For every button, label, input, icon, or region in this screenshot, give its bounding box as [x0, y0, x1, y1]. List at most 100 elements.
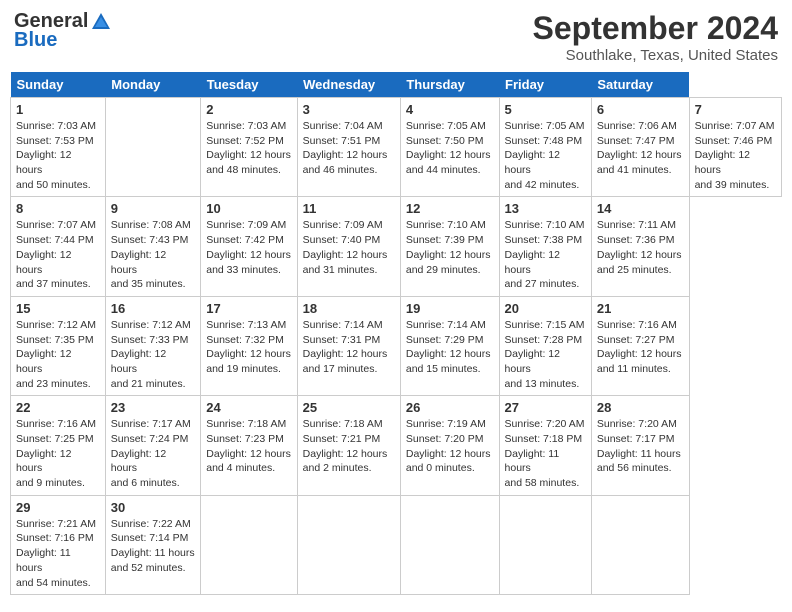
location-text: Southlake, Texas, United States — [533, 47, 778, 64]
day-cell-empty-4-3 — [297, 495, 400, 594]
day-cell-21: 21 Sunrise: 7:16 AM Sunset: 7:27 PM Dayli… — [591, 296, 689, 395]
page-header: General Blue September 2024 Southlake, T… — [10, 10, 782, 64]
day-cell-17: 17 Sunrise: 7:13 AM Sunset: 7:32 PM Dayli… — [201, 296, 297, 395]
day-number: 20 — [505, 301, 586, 316]
day-number: 28 — [597, 400, 684, 415]
title-area: September 2024 Southlake, Texas, United … — [533, 10, 778, 64]
weekday-header-row: SundayMondayTuesdayWednesdayThursdayFrid… — [11, 72, 782, 98]
day-cell-empty-4-4 — [400, 495, 499, 594]
day-cell-26: 26 Sunrise: 7:19 AM Sunset: 7:20 PM Dayli… — [400, 396, 499, 495]
day-number: 25 — [303, 400, 395, 415]
weekday-header-sunday: Sunday — [11, 72, 106, 98]
day-number: 6 — [597, 102, 684, 117]
day-number: 16 — [111, 301, 195, 316]
weekday-header-thursday: Thursday — [400, 72, 499, 98]
day-info: Sunrise: 7:10 AM Sunset: 7:39 PM Dayligh… — [406, 218, 494, 277]
day-info: Sunrise: 7:13 AM Sunset: 7:32 PM Dayligh… — [206, 318, 291, 377]
day-number: 10 — [206, 201, 291, 216]
day-number: 15 — [16, 301, 100, 316]
day-cell-23: 23Sunrise: 7:17 AM Sunset: 7:24 PM Dayli… — [105, 396, 200, 495]
day-cell-16: 16 Sunrise: 7:12 AM Sunset: 7:33 PM Dayli… — [105, 296, 200, 395]
day-number: 22 — [16, 400, 100, 415]
day-info: Sunrise: 7:21 AM Sunset: 7:16 PM Dayligh… — [16, 517, 100, 590]
day-info: Sunrise: 7:05 AM Sunset: 7:48 PM Dayligh… — [505, 119, 586, 192]
day-cell-11: 11 Sunrise: 7:09 AM Sunset: 7:40 PM Dayli… — [297, 197, 400, 296]
day-number: 29 — [16, 500, 100, 515]
day-cell-8: 8 Sunrise: 7:07 AM Sunset: 7:44 PM Daylig… — [11, 197, 106, 296]
day-cell-empty-4-5 — [499, 495, 591, 594]
day-number: 27 — [505, 400, 586, 415]
logo: General Blue — [14, 10, 114, 52]
day-number: 24 — [206, 400, 291, 415]
day-cell-7: 7 Sunrise: 7:07 AM Sunset: 7:46 PM Daylig… — [689, 98, 781, 197]
weekday-header-saturday: Saturday — [591, 72, 689, 98]
logo-blue-text: Blue — [14, 29, 57, 52]
day-info: Sunrise: 7:09 AM Sunset: 7:40 PM Dayligh… — [303, 218, 395, 277]
day-cell-18: 18 Sunrise: 7:14 AM Sunset: 7:31 PM Dayli… — [297, 296, 400, 395]
day-info: Sunrise: 7:17 AM Sunset: 7:24 PM Dayligh… — [111, 417, 195, 490]
day-info: Sunrise: 7:22 AM Sunset: 7:14 PM Dayligh… — [111, 517, 195, 576]
day-cell-28: 28 Sunrise: 7:20 AM Sunset: 7:17 PM Dayli… — [591, 396, 689, 495]
day-number: 8 — [16, 201, 100, 216]
day-number: 5 — [505, 102, 586, 117]
day-cell-empty-4-2 — [201, 495, 297, 594]
day-number: 11 — [303, 201, 395, 216]
day-cell-1: 1Sunrise: 7:03 AM Sunset: 7:53 PM Daylig… — [11, 98, 106, 197]
logo-icon — [90, 11, 112, 33]
day-info: Sunrise: 7:18 AM Sunset: 7:23 PM Dayligh… — [206, 417, 291, 476]
day-cell-4: 4 Sunrise: 7:05 AM Sunset: 7:50 PM Daylig… — [400, 98, 499, 197]
day-number: 4 — [406, 102, 494, 117]
day-number: 26 — [406, 400, 494, 415]
month-title: September 2024 — [533, 10, 778, 47]
day-number: 18 — [303, 301, 395, 316]
day-cell-24: 24 Sunrise: 7:18 AM Sunset: 7:23 PM Dayli… — [201, 396, 297, 495]
day-info: Sunrise: 7:20 AM Sunset: 7:18 PM Dayligh… — [505, 417, 586, 490]
day-info: Sunrise: 7:12 AM Sunset: 7:35 PM Dayligh… — [16, 318, 100, 391]
day-number: 21 — [597, 301, 684, 316]
day-number: 30 — [111, 500, 195, 515]
day-number: 17 — [206, 301, 291, 316]
day-info: Sunrise: 7:08 AM Sunset: 7:43 PM Dayligh… — [111, 218, 195, 291]
day-cell-13: 13Sunrise: 7:10 AM Sunset: 7:38 PM Dayli… — [499, 197, 591, 296]
weekday-header-friday: Friday — [499, 72, 591, 98]
day-info: Sunrise: 7:11 AM Sunset: 7:36 PM Dayligh… — [597, 218, 684, 277]
day-number: 12 — [406, 201, 494, 216]
day-number: 3 — [303, 102, 395, 117]
calendar-table: SundayMondayTuesdayWednesdayThursdayFrid… — [10, 72, 782, 595]
day-cell-12: 12 Sunrise: 7:10 AM Sunset: 7:39 PM Dayli… — [400, 197, 499, 296]
day-number: 13 — [505, 201, 586, 216]
day-info: Sunrise: 7:12 AM Sunset: 7:33 PM Dayligh… — [111, 318, 195, 391]
day-info: Sunrise: 7:06 AM Sunset: 7:47 PM Dayligh… — [597, 119, 684, 178]
day-number: 2 — [206, 102, 291, 117]
day-info: Sunrise: 7:07 AM Sunset: 7:46 PM Dayligh… — [695, 119, 776, 192]
day-cell-27: 27 Sunrise: 7:20 AM Sunset: 7:18 PM Dayli… — [499, 396, 591, 495]
day-info: Sunrise: 7:05 AM Sunset: 7:50 PM Dayligh… — [406, 119, 494, 178]
day-info: Sunrise: 7:14 AM Sunset: 7:31 PM Dayligh… — [303, 318, 395, 377]
day-cell-6: 6 Sunrise: 7:06 AM Sunset: 7:47 PM Daylig… — [591, 98, 689, 197]
day-cell-20: 20 Sunrise: 7:15 AM Sunset: 7:28 PM Dayli… — [499, 296, 591, 395]
weekday-header-tuesday: Tuesday — [201, 72, 297, 98]
day-info: Sunrise: 7:19 AM Sunset: 7:20 PM Dayligh… — [406, 417, 494, 476]
day-info: Sunrise: 7:20 AM Sunset: 7:17 PM Dayligh… — [597, 417, 684, 476]
day-info: Sunrise: 7:03 AM Sunset: 7:52 PM Dayligh… — [206, 119, 291, 178]
weekday-header-monday: Monday — [105, 72, 200, 98]
day-cell-19: 19Sunrise: 7:14 AM Sunset: 7:29 PM Dayli… — [400, 296, 499, 395]
day-cell-9: 9 Sunrise: 7:08 AM Sunset: 7:43 PM Daylig… — [105, 197, 200, 296]
day-number: 7 — [695, 102, 776, 117]
day-info: Sunrise: 7:16 AM Sunset: 7:27 PM Dayligh… — [597, 318, 684, 377]
day-number: 19 — [406, 301, 494, 316]
day-cell-5: 5 Sunrise: 7:05 AM Sunset: 7:48 PM Daylig… — [499, 98, 591, 197]
day-info: Sunrise: 7:09 AM Sunset: 7:42 PM Dayligh… — [206, 218, 291, 277]
day-cell-empty — [105, 98, 200, 197]
day-info: Sunrise: 7:16 AM Sunset: 7:25 PM Dayligh… — [16, 417, 100, 490]
day-number: 9 — [111, 201, 195, 216]
day-info: Sunrise: 7:07 AM Sunset: 7:44 PM Dayligh… — [16, 218, 100, 291]
day-cell-29: 29 Sunrise: 7:21 AM Sunset: 7:16 PM Dayli… — [11, 495, 106, 594]
day-info: Sunrise: 7:18 AM Sunset: 7:21 PM Dayligh… — [303, 417, 395, 476]
day-cell-25: 25 Sunrise: 7:18 AM Sunset: 7:21 PM Dayli… — [297, 396, 400, 495]
day-info: Sunrise: 7:15 AM Sunset: 7:28 PM Dayligh… — [505, 318, 586, 391]
day-cell-14: 14Sunrise: 7:11 AM Sunset: 7:36 PM Dayli… — [591, 197, 689, 296]
day-cell-10: 10 Sunrise: 7:09 AM Sunset: 7:42 PM Dayli… — [201, 197, 297, 296]
day-number: 1 — [16, 102, 100, 117]
weekday-header-wednesday: Wednesday — [297, 72, 400, 98]
